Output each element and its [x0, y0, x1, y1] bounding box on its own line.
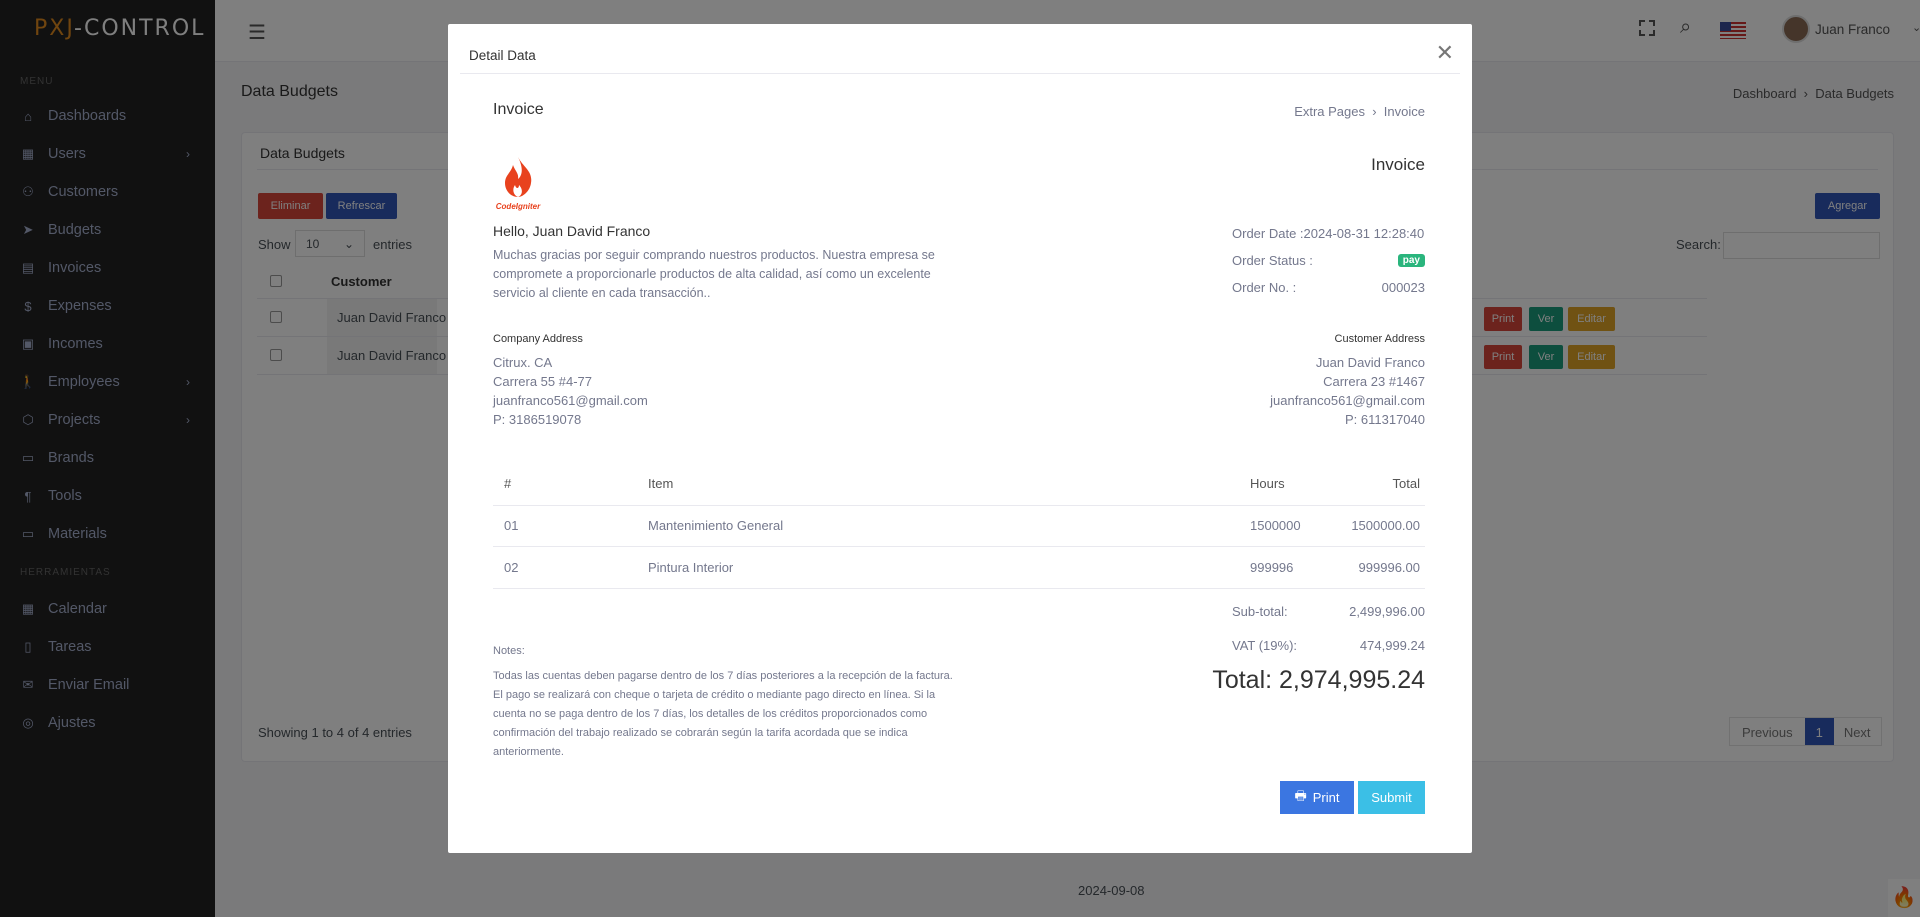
company-line: Citrux. CA [493, 355, 553, 370]
modal-title: Detail Data [469, 48, 536, 63]
close-icon[interactable]: ✕ [1436, 42, 1454, 64]
breadcrumb-invoice: Invoice [1383, 104, 1425, 119]
order-date-value: 2024-08-31 12:28:40 [1303, 226, 1425, 241]
order-status-badge: pay [1397, 254, 1425, 267]
company-phone: 3186519078 [508, 412, 582, 427]
customer-line: Carrera 23 #1467 [1323, 374, 1425, 389]
order-date: Order Date :2024-08-31 12:28:40 [1232, 226, 1425, 241]
vat-label: VAT (19%): [1232, 638, 1298, 653]
invoice-label: Invoice [1371, 155, 1425, 174]
print-button[interactable]: 🖶 Print [1280, 781, 1354, 814]
company-address-title: Company Address [493, 333, 583, 345]
customer-address-title: Customer Address [1334, 333, 1425, 345]
subtotal-label: Sub-total: [1232, 604, 1288, 619]
col-total: Total [1392, 476, 1420, 491]
row-hours: 999996 [1250, 560, 1294, 575]
detail-modal: Detail Data ✕ Invoice Extra Pages › Invo… [448, 24, 1472, 853]
notes-text: Todas las cuentas deben pagarse dentro d… [493, 670, 953, 758]
subtotal-value: 2,499,996.00 [1349, 604, 1425, 619]
company-email: juanfranco561@gmail.com [493, 393, 648, 408]
row-number: 01 [504, 518, 519, 533]
printer-icon: 🖶 [1294, 787, 1307, 803]
print-label: Print [1312, 790, 1340, 805]
order-no-label: Order No. : [1232, 280, 1297, 295]
col-number: # [504, 476, 512, 491]
row-hours: 1500000 [1250, 518, 1301, 533]
row-number: 02 [504, 560, 519, 575]
vat-value: 474,999.24 [1359, 638, 1425, 653]
row-total: 1500000.00 [1351, 518, 1420, 533]
notes-title: Notes: [493, 645, 525, 657]
order-status-label: Order Status : [1232, 253, 1313, 268]
row-item: Pintura Interior [648, 560, 734, 575]
customer-phone: 611317040 [1360, 412, 1425, 427]
row-total: 999996.00 [1358, 560, 1420, 575]
company-address: Citrux. CA Carrera 55 #4-77 juanfranco56… [493, 353, 648, 429]
customer-email: juanfranco561@gmail.com [1270, 393, 1425, 408]
order-no-value: 000023 [1381, 280, 1425, 295]
codeigniter-logo: CodeIgniter [493, 157, 543, 211]
phone-label: P: [1344, 412, 1358, 427]
flame-icon [505, 157, 532, 197]
invoice-heading: Invoice [493, 101, 544, 118]
logo-text: CodeIgniter [495, 202, 541, 211]
greeting: Hello, Juan David Franco [493, 223, 651, 239]
row-item: Mantenimiento General [648, 518, 784, 533]
col-hours: Hours [1250, 476, 1285, 491]
customer-address: Juan David Franco Carrera 23 #1467 juanf… [1270, 353, 1425, 429]
order-date-label: Order Date : [1232, 226, 1304, 241]
grand-total: Total: 2,974,995.24 [1212, 666, 1425, 694]
phone-label: P: [493, 412, 506, 427]
company-line: Carrera 55 #4-77 [493, 374, 592, 389]
thank-you-message: Muchas gracias por seguir comprando nues… [493, 248, 935, 300]
breadcrumb-extra-pages[interactable]: Extra Pages [1294, 104, 1365, 119]
submit-button[interactable]: Submit [1358, 781, 1425, 814]
col-item: Item [648, 476, 674, 491]
modal-breadcrumb: Extra Pages › Invoice [1294, 104, 1425, 119]
customer-line: Juan David Franco [1315, 355, 1425, 370]
